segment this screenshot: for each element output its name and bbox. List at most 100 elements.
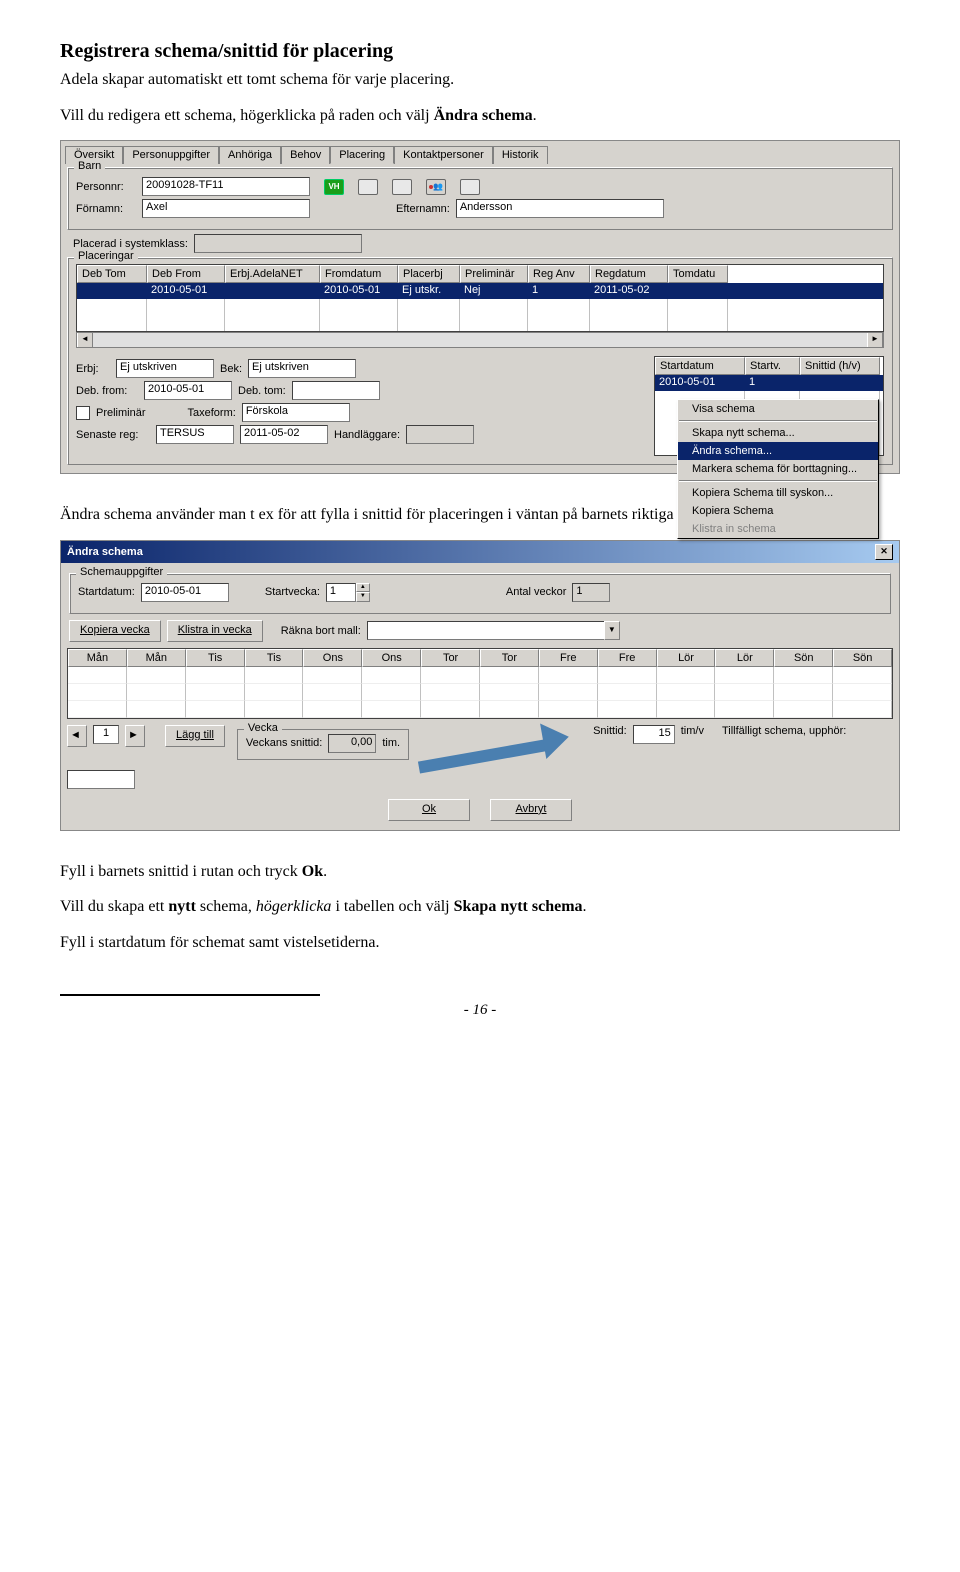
group-barn: Barn Personnr: 20091028-TF11 VH 👥 Förnam… xyxy=(67,167,893,230)
col-placerbj[interactable]: Placerbj xyxy=(398,265,460,283)
intro2-a: Vill du redigera ett schema, högerklicka… xyxy=(60,107,434,124)
schedule-row[interactable]: 2010-05-01 1 xyxy=(655,375,883,391)
col-erbj-adelanet[interactable]: Erbj.AdelaNET xyxy=(225,265,320,283)
field-systemklass xyxy=(194,234,362,253)
scroll-left-icon[interactable]: ◄ xyxy=(77,333,93,347)
lbl-preliminar: Preliminär xyxy=(96,407,146,419)
menu-kopiera-schema[interactable]: Kopiera Schema xyxy=(678,502,878,520)
field-snittid[interactable]: 15 xyxy=(633,725,675,744)
field-page[interactable]: 1 xyxy=(93,725,119,744)
tab-kontaktpersoner[interactable]: Kontaktpersoner xyxy=(394,146,493,164)
dropdown-rakna-bort[interactable]: ▼ xyxy=(367,621,620,640)
field-rakna-bort[interactable] xyxy=(367,621,604,640)
lbl-timv: tim/v xyxy=(681,725,704,737)
menu-skapa-nytt-schema[interactable]: Skapa nytt schema... xyxy=(678,424,878,442)
schema-context-menu: Visa schema Skapa nytt schema... Ändra s… xyxy=(677,399,879,539)
col-startdatum[interactable]: Startdatum xyxy=(655,357,745,375)
status-icon-1 xyxy=(358,179,378,195)
field-tillfalligt-upphord[interactable] xyxy=(67,770,135,789)
dialog-title: Ändra schema xyxy=(67,546,143,558)
col-sat-1: Lör xyxy=(657,649,716,667)
col-tomdatum[interactable]: Tomdatu xyxy=(668,265,728,283)
checkbox-preliminar[interactable] xyxy=(76,406,90,420)
col-debfrom[interactable]: Deb From xyxy=(147,265,225,283)
field-fornamn[interactable]: Axel xyxy=(142,199,310,218)
col-fri-1: Fre xyxy=(539,649,598,667)
placeringar-grid[interactable]: Deb Tom Deb From Erbj.AdelaNET Fromdatum… xyxy=(76,264,884,332)
placering-row-selected[interactable]: 2010-05-01 2010-05-01 Ej utskr. Nej 1 20… xyxy=(77,283,883,299)
cell-reganv: 1 xyxy=(528,283,590,299)
page-prev-button[interactable]: ◄ xyxy=(67,725,87,747)
kopiera-vecka-button[interactable]: Kopiera vecka xyxy=(69,620,161,642)
col-regdatum[interactable]: Regdatum xyxy=(590,265,668,283)
lbl-senastereg: Senaste reg: xyxy=(76,429,150,441)
ok-button[interactable]: Ok xyxy=(388,799,470,821)
cell-regdatum: 2011-05-02 xyxy=(590,283,668,299)
field-startvecka[interactable]: 1 xyxy=(326,583,356,602)
lbl-tillfalligt: Tillfälligt schema, upphör: xyxy=(722,725,846,737)
field-senaste-date[interactable]: 2011-05-02 xyxy=(240,425,328,444)
arrow-annotation-icon xyxy=(417,721,587,757)
cell-preliminar: Nej xyxy=(460,283,528,299)
week-grid[interactable]: Mån Mån Tis Tis Ons Ons Tor Tor Fre Fre … xyxy=(67,648,893,719)
fill-b: Ok xyxy=(302,863,323,880)
field-personnr[interactable]: 20091028-TF11 xyxy=(142,177,310,196)
lbl-bek: Bek: xyxy=(220,363,242,375)
menu-visa-schema[interactable]: Visa schema xyxy=(678,400,878,418)
field-bek[interactable]: Ej utskriven xyxy=(248,359,356,378)
col-wed-1: Ons xyxy=(303,649,362,667)
klistra-vecka-button[interactable]: Klistra in vecka xyxy=(167,620,263,642)
week-row[interactable] xyxy=(68,684,892,701)
field-startdatum[interactable]: 2010-05-01 xyxy=(141,583,229,602)
col-fromdatum[interactable]: Fromdatum xyxy=(320,265,398,283)
tab-personuppgifter[interactable]: Personuppgifter xyxy=(123,146,219,164)
lagg-till-button[interactable]: Lägg till xyxy=(165,725,225,747)
placering-row-empty[interactable] xyxy=(77,315,883,331)
col-snittid[interactable]: Snittid (h/v) xyxy=(800,357,880,375)
tab-historik[interactable]: Historik xyxy=(493,146,548,164)
scroll-right-icon[interactable]: ► xyxy=(867,333,883,347)
col-startv[interactable]: Startv. xyxy=(745,357,800,375)
lbl-rakna-bort: Räkna bort mall: xyxy=(281,625,361,637)
menu-kopiera-syskon[interactable]: Kopiera Schema till syskon... xyxy=(678,484,878,502)
week-row[interactable] xyxy=(68,667,892,684)
tab-anhoriga[interactable]: Anhöriga xyxy=(219,146,281,164)
vh-badge-icon: VH xyxy=(324,179,344,195)
lbl-tim: tim. xyxy=(382,737,400,749)
grid-scrollbar[interactable]: ◄ ► xyxy=(76,332,884,348)
field-senaste-user[interactable]: TERSUS xyxy=(156,425,234,444)
spin-up-icon[interactable]: ▲ xyxy=(356,583,370,593)
lbl-systemklass: Placerad i systemklass: xyxy=(73,238,188,250)
lbl-debtom: Deb. tom: xyxy=(238,385,286,397)
col-preliminar[interactable]: Preliminär xyxy=(460,265,528,283)
field-taxeform[interactable]: Förskola xyxy=(242,403,350,422)
lbl-veckans-snittid: Veckans snittid: xyxy=(246,737,322,749)
week-row[interactable] xyxy=(68,701,892,718)
tab-placering[interactable]: Placering xyxy=(330,146,394,164)
dialog-titlebar: Ändra schema ✕ xyxy=(61,541,899,563)
chevron-down-icon[interactable]: ▼ xyxy=(604,621,620,640)
spin-down-icon[interactable]: ▼ xyxy=(356,592,370,602)
col-sun-2: Sön xyxy=(833,649,892,667)
menu-markera-borttagning[interactable]: Markera schema för borttagning... xyxy=(678,460,878,478)
field-debfrom[interactable]: 2010-05-01 xyxy=(144,381,232,400)
menu-andra-schema[interactable]: Ändra schema... xyxy=(678,442,878,460)
page-footer: - 16 - xyxy=(60,994,900,1019)
tab-behov[interactable]: Behov xyxy=(281,146,330,164)
col-reganv[interactable]: Reg Anv xyxy=(528,265,590,283)
field-debtom[interactable] xyxy=(292,381,380,400)
cell-erbj xyxy=(225,283,320,299)
people-icon: 👥 xyxy=(426,179,446,195)
avbryt-button[interactable]: Avbryt xyxy=(490,799,572,821)
close-icon[interactable]: ✕ xyxy=(875,544,893,560)
field-antal-veckor: 1 xyxy=(572,583,610,602)
page-next-button[interactable]: ► xyxy=(125,725,145,747)
placering-window: Översikt Personuppgifter Anhöriga Behov … xyxy=(60,140,900,474)
col-debtom[interactable]: Deb Tom xyxy=(77,265,147,283)
spinner-startvecka[interactable]: 1 ▲▼ xyxy=(326,583,370,602)
placering-row-empty[interactable] xyxy=(77,299,883,315)
field-efternamn[interactable]: Andersson xyxy=(456,199,664,218)
field-handlaggare xyxy=(406,425,474,444)
lbl-debfrom: Deb. from: xyxy=(76,385,138,397)
field-erbj[interactable]: Ej utskriven xyxy=(116,359,214,378)
